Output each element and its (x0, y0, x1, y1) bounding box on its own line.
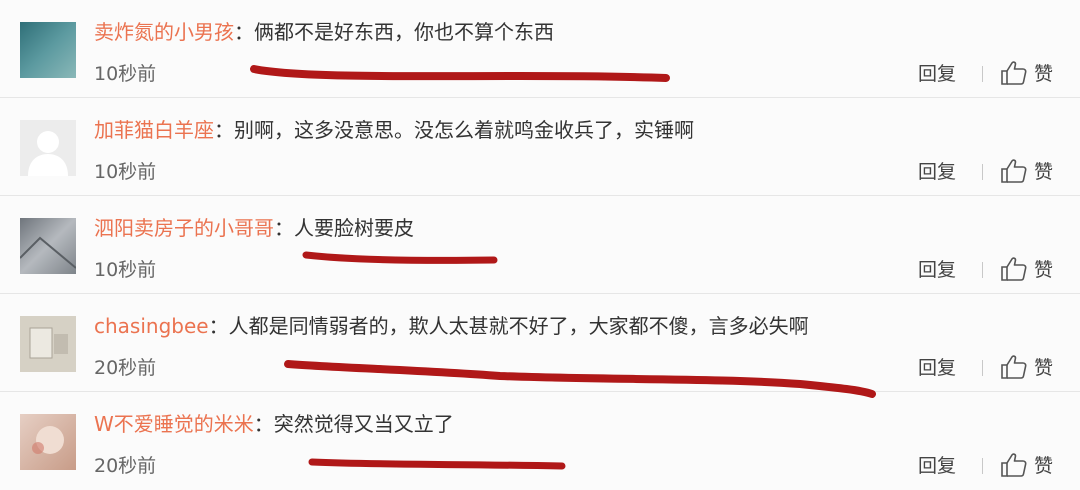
reply-button[interactable]: 回复 (918, 258, 956, 282)
thumbs-up-icon (1001, 355, 1027, 379)
comment-item: chasingbee：人都是同情弱者的，欺人太甚就不好了，大家都不傻，言多必失啊… (0, 294, 1080, 392)
separator-colon: ： (234, 20, 254, 44)
reply-button[interactable]: 回复 (918, 454, 956, 478)
action-divider (982, 360, 983, 376)
comment-line: 泗阳卖房子的小哥哥：人要脸树要皮 (94, 214, 414, 242)
separator-colon: ： (274, 216, 294, 240)
avatar[interactable] (20, 218, 76, 274)
separator-colon: ： (214, 118, 234, 142)
action-divider (982, 458, 983, 474)
comment-item: 加菲猫白羊座：别啊，这多没意思。没怎么着就鸣金收兵了，实锤啊 10秒前 回复 赞 (0, 98, 1080, 196)
action-divider (982, 66, 983, 82)
username-link[interactable]: 加菲猫白羊座 (94, 118, 214, 142)
default-avatar-icon (20, 120, 76, 176)
timestamp: 10秒前 (94, 161, 157, 183)
comment-line: W不爱睡觉的米米：突然觉得又当又立了 (94, 410, 454, 438)
thumbs-up-icon (1001, 61, 1027, 85)
reply-button[interactable]: 回复 (918, 62, 956, 86)
avatar[interactable] (20, 120, 76, 176)
timestamp: 20秒前 (94, 357, 157, 379)
avatar-image (20, 414, 76, 470)
avatar-image (20, 316, 76, 372)
username-link[interactable]: chasingbee (94, 314, 209, 338)
like-label: 赞 (1034, 455, 1054, 477)
comment-text: 别啊，这多没意思。没怎么着就鸣金收兵了，实锤啊 (234, 118, 694, 142)
comment-text: 人要脸树要皮 (294, 216, 414, 240)
timestamp: 20秒前 (94, 455, 157, 477)
comment-feed: 卖炸氮的小男孩：俩都不是好东西，你也不算个东西 10秒前 回复 赞 加菲猫白羊座… (0, 0, 1080, 490)
comment-text: 突然觉得又当又立了 (273, 412, 454, 436)
separator-colon: ： (208, 314, 229, 338)
thumbs-up-icon (1001, 453, 1027, 477)
timestamp: 10秒前 (94, 63, 157, 85)
separator-colon: ： (253, 412, 274, 436)
like-label: 赞 (1034, 161, 1054, 183)
like-label: 赞 (1034, 357, 1054, 379)
avatar-image (20, 218, 76, 274)
username-link[interactable]: W不爱睡觉的米米 (94, 412, 254, 436)
reply-button[interactable]: 回复 (918, 356, 956, 380)
reply-button[interactable]: 回复 (918, 160, 956, 184)
comment-text: 俩都不是好东西，你也不算个东西 (254, 20, 554, 44)
comment-item: W不爱睡觉的米米：突然觉得又当又立了 20秒前 回复 赞 (0, 392, 1080, 490)
timestamp: 10秒前 (94, 259, 157, 281)
action-divider (982, 164, 983, 180)
thumbs-up-icon (1001, 159, 1027, 183)
comment-line: chasingbee：人都是同情弱者的，欺人太甚就不好了，大家都不傻，言多必失啊 (94, 312, 809, 340)
username-link[interactable]: 泗阳卖房子的小哥哥 (94, 216, 274, 240)
like-label: 赞 (1034, 63, 1054, 85)
comment-text: 人都是同情弱者的，欺人太甚就不好了，大家都不傻，言多必失啊 (228, 314, 809, 338)
username-link[interactable]: 卖炸氮的小男孩 (94, 20, 234, 44)
avatar-image (20, 22, 76, 78)
like-label: 赞 (1034, 259, 1054, 281)
comment-line: 加菲猫白羊座：别啊，这多没意思。没怎么着就鸣金收兵了，实锤啊 (94, 116, 694, 144)
thumbs-up-icon (1001, 257, 1027, 281)
avatar[interactable] (20, 414, 76, 470)
comment-item: 泗阳卖房子的小哥哥：人要脸树要皮 10秒前 回复 赞 (0, 196, 1080, 294)
comment-line: 卖炸氮的小男孩：俩都不是好东西，你也不算个东西 (94, 18, 554, 46)
action-divider (982, 262, 983, 278)
comment-item: 卖炸氮的小男孩：俩都不是好东西，你也不算个东西 10秒前 回复 赞 (0, 0, 1080, 98)
avatar[interactable] (20, 22, 76, 78)
avatar[interactable] (20, 316, 76, 372)
